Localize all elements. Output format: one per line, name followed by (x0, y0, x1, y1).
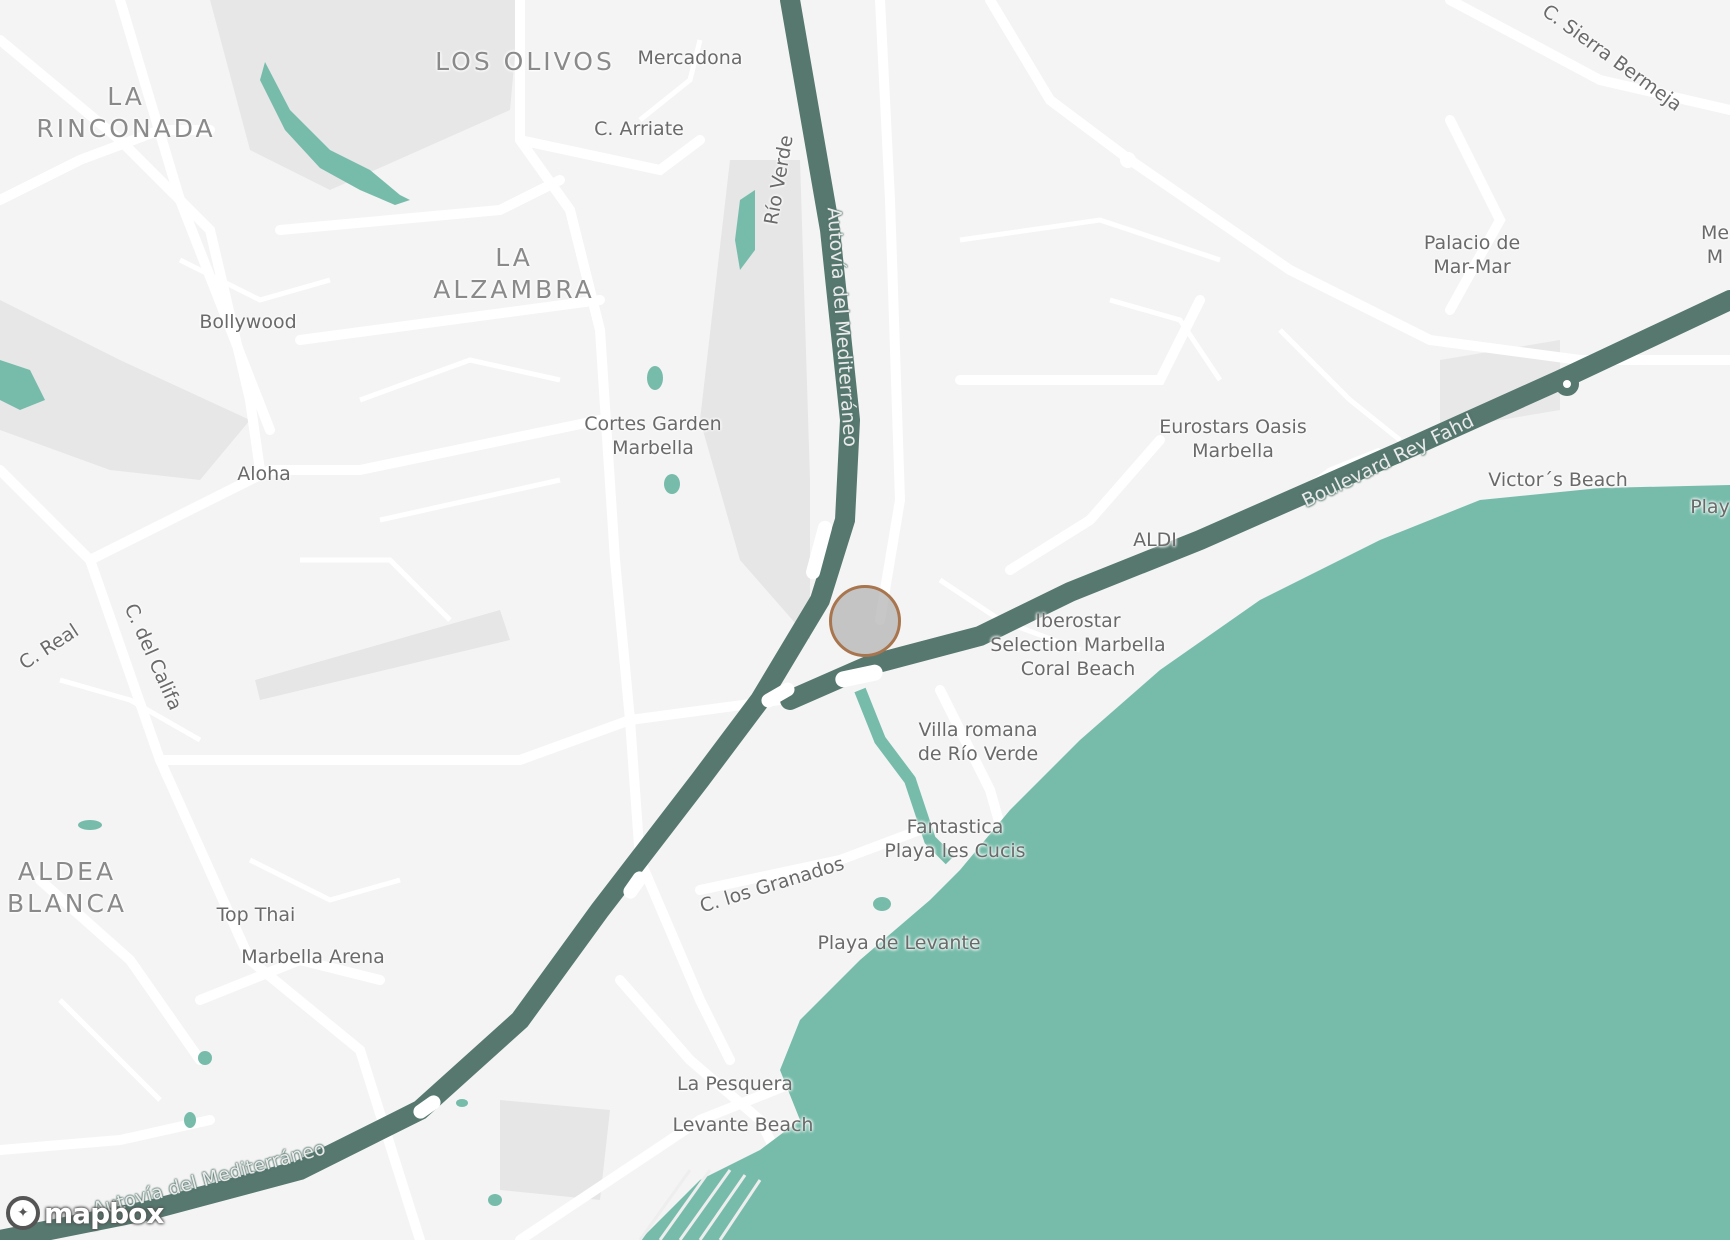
poi-label[interactable]: Cortes Garden Marbella (584, 412, 721, 460)
location-marker[interactable] (829, 585, 901, 657)
mapbox-logo[interactable]: ✦ mapbox (6, 1196, 164, 1230)
poi-label[interactable]: Play (1690, 495, 1730, 519)
poi-label[interactable]: Marbella Arena (241, 945, 385, 969)
poi-label[interactable]: Villa romana de Río Verde (918, 718, 1038, 766)
neighborhood-label: LOS OLIVOS (435, 47, 615, 76)
poi-label[interactable]: Top Thai (217, 903, 296, 927)
poi-label[interactable]: ALDI (1133, 528, 1177, 552)
poi-label[interactable]: Mercadona (638, 46, 743, 70)
mapbox-logo-icon: ✦ (6, 1196, 40, 1230)
neighborhood-label: ALDEA BLANCA (6, 857, 128, 918)
poi-label[interactable]: Victor´s Beach (1488, 468, 1628, 492)
poi-label[interactable]: Eurostars Oasis Marbella (1159, 415, 1306, 463)
road-label: C. Arriate (594, 118, 684, 140)
poi-label[interactable]: La Pesquera (677, 1072, 793, 1096)
poi-label[interactable]: Me M (1701, 221, 1729, 269)
poi-label[interactable]: Palacio de Mar-Mar (1424, 231, 1520, 279)
poi-label[interactable]: Playa de Levante (817, 931, 980, 955)
poi-label[interactable]: Levante Beach (673, 1113, 814, 1137)
poi-label[interactable]: Iberostar Selection Marbella Coral Beach (990, 609, 1165, 681)
poi-label[interactable]: Aloha (237, 462, 291, 486)
poi-label[interactable]: Fantastica Playa les Cucis (884, 815, 1025, 863)
map-canvas[interactable]: LOS OLIVOS LA RINCONADA LA ALZAMBRA ALDE… (0, 0, 1730, 1240)
neighborhood-label: LA ALZAMBRA (433, 243, 595, 304)
neighborhood-label: LA RINCONADA (36, 82, 216, 143)
mapbox-logo-text: mapbox (44, 1196, 164, 1230)
poi-label[interactable]: Bollywood (199, 310, 296, 334)
